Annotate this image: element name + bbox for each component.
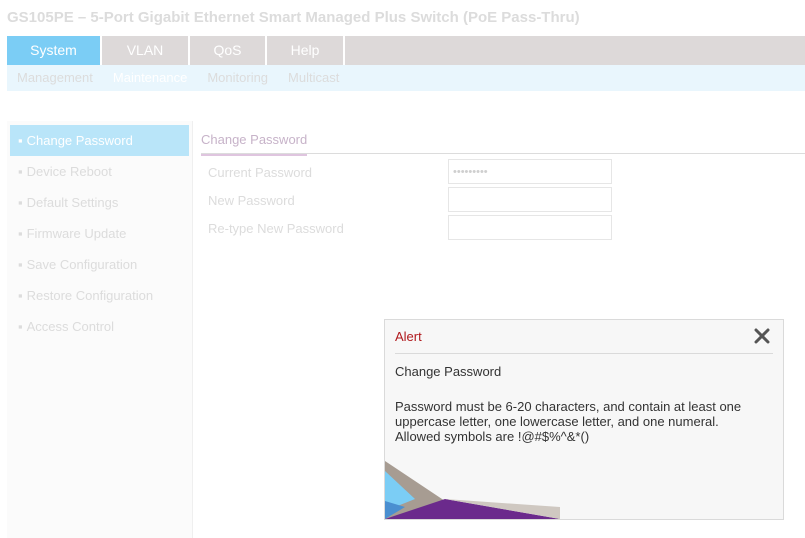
content-tab-change-password[interactable]: Change Password — [201, 132, 308, 156]
subtab-maintenance[interactable]: Maintenance — [113, 65, 187, 91]
sidebar-item-default-settings[interactable]: ▪ Default Settings — [10, 187, 189, 218]
brand-graphic — [385, 461, 560, 519]
subtab-multicast[interactable]: Multicast — [288, 65, 339, 91]
page-title: GS105PE – 5-Port Gigabit Ethernet Smart … — [7, 9, 580, 26]
retype-password-field[interactable] — [448, 215, 612, 240]
bullet-icon: ▪ — [18, 133, 23, 148]
bullet-icon: ▪ — [18, 319, 23, 334]
sidebar-item-label: Save Configuration — [26, 257, 138, 272]
current-password-field[interactable] — [448, 159, 612, 184]
bullet-icon: ▪ — [18, 195, 23, 210]
subtab-management[interactable]: Management — [17, 65, 93, 91]
new-password-field[interactable] — [448, 187, 612, 212]
subtab-monitoring[interactable]: Monitoring — [207, 65, 268, 91]
bullet-icon: ▪ — [18, 226, 23, 241]
new-password-label: New Password — [208, 193, 295, 208]
sidebar-item-firmware-update[interactable]: ▪ Firmware Update — [10, 218, 189, 249]
sidebar-item-label: Access Control — [26, 319, 115, 334]
main-nav: System VLAN QoS Help — [7, 36, 805, 65]
sidebar-item-access-control[interactable]: ▪ Access Control — [10, 311, 189, 342]
switch-admin-page: GS105PE – 5-Port Gigabit Ethernet Smart … — [0, 0, 805, 538]
tab-vlan[interactable]: VLAN — [102, 36, 190, 65]
bullet-icon: ▪ — [18, 164, 23, 179]
close-icon[interactable] — [751, 325, 773, 347]
sidebar-item-label: Default Settings — [26, 195, 119, 210]
content-header: Change Password — [201, 121, 805, 156]
sidebar-item-label: Firmware Update — [26, 226, 127, 241]
sidebar-item-label: Device Reboot — [26, 164, 112, 179]
bullet-icon: ▪ — [18, 288, 23, 303]
tab-system[interactable]: System — [7, 36, 102, 65]
sidebar-item-save-configuration[interactable]: ▪ Save Configuration — [10, 249, 189, 280]
alert-title: Alert — [395, 329, 422, 344]
bullet-icon: ▪ — [18, 257, 23, 272]
tab-qos[interactable]: QoS — [190, 36, 267, 65]
retype-password-label: Re-type New Password — [208, 221, 344, 236]
sidebar: ▪ Change Password ▪ Device Reboot ▪ Default… — [7, 121, 193, 538]
alert-subtitle: Change Password — [395, 364, 502, 379]
alert-header: Alert — [395, 320, 773, 354]
tab-help[interactable]: Help — [267, 36, 345, 65]
sidebar-item-label: Change Password — [26, 133, 133, 148]
sidebar-item-restore-configuration[interactable]: ▪ Restore Configuration — [10, 280, 189, 311]
sidebar-item-change-password[interactable]: ▪ Change Password — [10, 125, 189, 156]
sub-nav: Management Maintenance Monitoring Multic… — [7, 65, 805, 91]
content-panel: Change Password Current Password New Pas… — [201, 121, 805, 240]
alert-message: Password must be 6-20 characters, and co… — [395, 399, 742, 444]
sidebar-item-device-reboot[interactable]: ▪ Device Reboot — [10, 156, 189, 187]
current-password-label: Current Password — [208, 165, 313, 180]
alert-dialog: Alert Change Password Password must be 6… — [384, 319, 784, 520]
sidebar-item-label: Restore Configuration — [26, 288, 154, 303]
